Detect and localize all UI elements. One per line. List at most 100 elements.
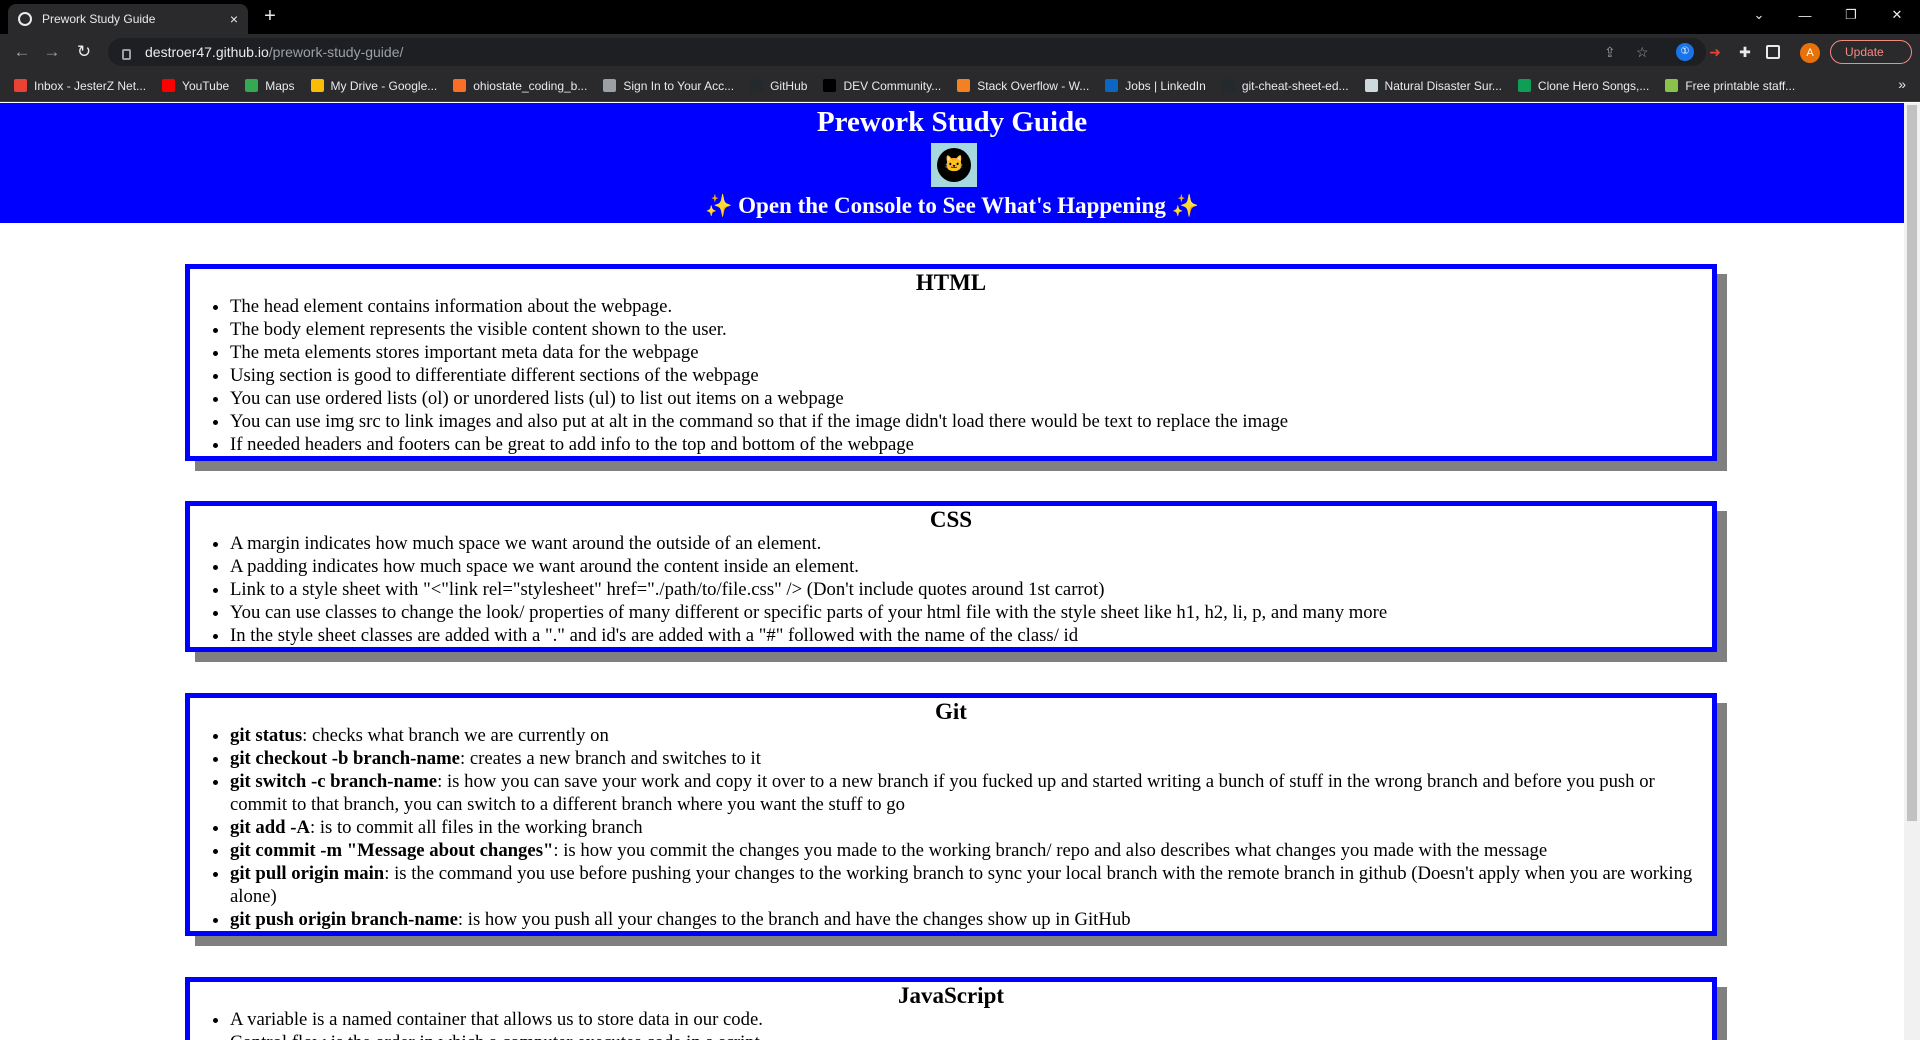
list-item: In the style sheet classes are added wit… (230, 624, 1697, 647)
bookmark-label: Clone Hero Songs,... (1537, 78, 1650, 93)
section-heading: Git (935, 699, 967, 724)
more-bookmarks-icon[interactable]: » (1898, 76, 1906, 92)
list-item: Using section is good to differentiate d… (230, 364, 1697, 387)
bookmark-favicon-icon (453, 79, 467, 92)
new-tab-button[interactable]: + (258, 4, 282, 28)
share-icon[interactable]: ⇪ (1604, 44, 1616, 61)
section-heading: JavaScript (897, 983, 1005, 1008)
bookmark-item[interactable]: Inbox - JesterZ Net... (14, 79, 146, 93)
item-text: : is the command you use before pushing … (230, 863, 1693, 907)
close-tab-icon[interactable]: × (230, 11, 238, 27)
address-bar[interactable]: destroer47.github.io/prework-study-guide… (108, 38, 1706, 66)
subtitle-text: Open the Console to See What's Happening (738, 193, 1166, 218)
item-text: You can use img src to link images and a… (230, 411, 1289, 432)
bookmark-label: ohiostate_coding_b... (473, 78, 588, 93)
bookmark-label: Sign In to Your Acc... (623, 78, 735, 93)
item-text: : checks what branch we are currently on (302, 725, 609, 746)
reload-icon[interactable]: ↻ (72, 40, 96, 64)
section-list: git status: checks what branch we are cu… (230, 724, 1697, 931)
bookmark-label: Free printable staff... (1685, 78, 1796, 93)
item-text: Control flow is the order in which a com… (230, 1032, 765, 1040)
list-item: git switch -c branch-name: is how you ca… (230, 770, 1697, 816)
bookmark-label: Stack Overflow - W... (977, 78, 1090, 93)
item-text: A padding indicates how much space we wa… (230, 556, 859, 577)
bookmark-favicon-icon (14, 79, 27, 92)
section-heading: CSS (929, 507, 973, 532)
url-host: destroer47.github.io (145, 44, 269, 60)
browser-tab[interactable]: Prework Study Guide × (8, 4, 248, 34)
item-text: : creates a new branch and switches to i… (459, 748, 761, 769)
close-window-button[interactable]: ✕ (1874, 0, 1920, 30)
bookmark-item[interactable]: Sign In to Your Acc... (603, 79, 734, 93)
item-text: The body element represents the visible … (230, 319, 727, 340)
minimize-button[interactable]: — (1782, 0, 1828, 30)
bookmark-favicon-icon (245, 79, 259, 92)
bookmark-item[interactable]: Maps (245, 78, 295, 93)
sparkle-icon: ✨ (1171, 193, 1199, 218)
item-text: You can use classes to change the look/ … (230, 602, 1388, 623)
command-name: git commit -m "Message about changes" (230, 840, 554, 861)
list-item: A padding indicates how much space we wa… (230, 555, 1697, 578)
list-item: The meta elements stores important meta … (230, 341, 1697, 364)
bookmark-favicon-icon (1221, 79, 1235, 92)
bookmark-item[interactable]: Jobs | LinkedIn (1105, 79, 1206, 93)
list-item: You can use img src to link images and a… (230, 410, 1697, 433)
update-button[interactable]: Update (1830, 40, 1912, 64)
list-item: The body element represents the visible … (230, 318, 1697, 341)
list-item: Control flow is the order in which a com… (230, 1031, 1697, 1040)
password-manager-extension-icon[interactable]: ① (1676, 43, 1694, 61)
bookmark-star-icon[interactable]: ☆ (1636, 44, 1649, 61)
command-name: git add -A (230, 817, 310, 838)
bookmark-item[interactable]: Natural Disaster Sur... (1364, 78, 1502, 93)
bookmark-item[interactable]: Stack Overflow - W... (957, 79, 1089, 93)
back-arrow-icon[interactable]: ← (10, 40, 34, 64)
item-text: : is to commit all files in the working … (309, 817, 643, 838)
bookmark-label: GitHub (770, 78, 808, 93)
tab-strip: Prework Study Guide × + ⌄ — ❐ ✕ (0, 0, 1920, 34)
section-list: A margin indicates how much space we wan… (230, 532, 1697, 647)
javascript-section: JavaScript A variable is a named contain… (185, 977, 1717, 1040)
bookmark-item[interactable]: Free printable staff... (1665, 79, 1795, 93)
bookmark-label: Maps (265, 78, 295, 93)
bookmark-label: YouTube (182, 78, 230, 93)
bookmark-item[interactable]: DEV Community... (823, 79, 941, 93)
bookmark-label: DEV Community... (843, 78, 942, 93)
item-text: A variable is a named container that all… (230, 1009, 763, 1030)
tab-search-icon[interactable]: ⌄ (1736, 0, 1782, 30)
tab-title: Prework Study Guide (42, 12, 156, 26)
list-item: git commit -m "Message about changes": i… (230, 839, 1697, 862)
page-scrollbar[interactable] (1904, 103, 1920, 1040)
item-text: Using section is good to differentiate d… (230, 365, 759, 386)
item-text: In the style sheet classes are added wit… (230, 625, 1079, 646)
item-text: The head element contains information ab… (230, 296, 673, 317)
list-item: git pull origin main: is the command you… (230, 862, 1697, 908)
sparkle-icon: ✨ (704, 193, 733, 218)
bookmark-label: Natural Disaster Sur... (1384, 78, 1502, 93)
bookmark-item[interactable]: My Drive - Google... (310, 78, 438, 93)
bookmark-item[interactable]: git-cheat-sheet-ed... (1221, 79, 1349, 93)
bookmark-label: My Drive - Google... (330, 78, 438, 93)
page-title: Prework Study Guide (816, 106, 1088, 138)
side-panel-icon[interactable] (1766, 45, 1780, 59)
restore-button[interactable]: ❐ (1828, 0, 1874, 30)
lock-icon (122, 48, 131, 60)
list-item: Link to a style sheet with "<"link rel="… (230, 578, 1697, 601)
item-text: : is how you commit the changes you made… (553, 840, 1548, 861)
bookmark-item[interactable]: GitHub (750, 79, 807, 93)
bookmark-favicon-icon (957, 79, 971, 92)
bookmark-item[interactable]: ohiostate_coding_b... (453, 79, 587, 93)
command-name: git status (230, 725, 303, 746)
section-heading: HTML (915, 270, 987, 295)
extension-icon[interactable]: ➜ (1706, 43, 1724, 61)
list-item: You can use ordered lists (ol) or unorde… (230, 387, 1697, 410)
bookmark-favicon-icon (1364, 79, 1378, 92)
bookmark-favicon-icon (603, 79, 617, 92)
extensions-puzzle-icon[interactable]: ✚ (1736, 43, 1754, 61)
profile-avatar[interactable]: A (1800, 43, 1820, 63)
forward-arrow-icon[interactable]: → (40, 40, 64, 64)
scrollbar-thumb[interactable] (1907, 105, 1917, 821)
bookmark-item[interactable]: Clone Hero Songs,... (1517, 78, 1650, 93)
bookmark-item[interactable]: YouTube (162, 79, 229, 93)
list-item: The head element contains information ab… (230, 295, 1697, 318)
list-item: A variable is a named container that all… (230, 1008, 1697, 1031)
